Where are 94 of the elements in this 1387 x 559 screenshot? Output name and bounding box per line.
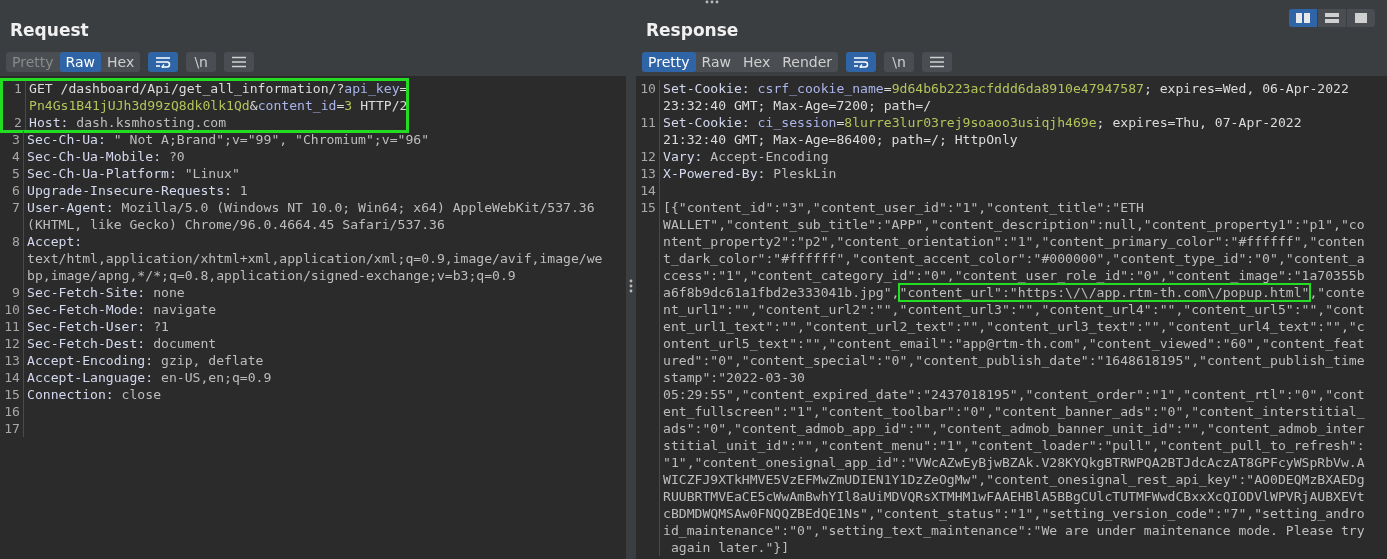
line-number: 1 (2, 80, 26, 114)
layout-button[interactable] (1318, 9, 1346, 27)
line-number: 15 (636, 199, 660, 556)
code-line: "1","content_onesignal_app_id":"VWcAZwEyBjwBZAk.V28KYQkgBTRWPQA2BTJdcAczAT8GPFcyWSpRbVw.A (663, 454, 1365, 471)
line-number: 5 (0, 165, 24, 182)
code-line: RUUBRTMVEaCE5cWwAmBwhYIl8aUiMDVQRsXTMHM1wFAAEHBlA5BBgCUlcTUTMFWwdCBxxXcQIODVlWPVRjAUBXEVt (663, 488, 1365, 505)
code-line: Connection: close (27, 386, 162, 403)
line-number: 8 (0, 233, 24, 284)
code-line: a6f8b9dc61a1fbd2e333041b.jpg","content_url":"https:\/\/app.rtm-th.com\/popup.html","conte (663, 284, 1365, 301)
line-number: 7 (0, 199, 24, 233)
code-line: Pn4Gs1B41jUJh3d99zQ8dk0lk1Qd&content_id=3 HTTP/2 (29, 97, 408, 114)
code-line: Sec-Ch-Ua: " Not A;Brand";v="99", "Chromium";v="96" (27, 131, 430, 148)
code-line: cBDMDWQMSAw0FNQQZBEdQE1Ns","content_status":"1","setting_version_code":"7","setting_andro (663, 505, 1365, 522)
line-number: 12 (0, 335, 24, 352)
code-line: stamp":"2022-03-30 (663, 369, 806, 386)
wrap-button[interactable] (148, 52, 179, 72)
columns-icon (1296, 13, 1310, 23)
code-line: t_dark_color":"#ffffff","content_accent_color":"#000000","content_type_id":"0","content_a (663, 250, 1365, 267)
code-line: ent_url1_text":"","content_url2_text":"","content_url3_text":"","content_url4_text":"","c (663, 318, 1365, 335)
panel-title: Response (646, 20, 739, 40)
menu-button[interactable] (224, 52, 255, 72)
code-line: ent_fullscreen":"1","content_toolbar":"0","content_banner_ads":"0","content_interstitial_ (663, 403, 1365, 420)
square-icon (1355, 13, 1367, 23)
line-number: 4 (0, 148, 24, 165)
code-line: ured":"0","content_special":"0","content_publish_date":"1648618195","content_publish_time (663, 352, 1365, 369)
line-number: 12 (636, 148, 660, 165)
code-line: User-Agent: Mozilla/5.0 (Windows NT 10.0; Win64; x64) AppleWebKit/537.36 (27, 199, 595, 216)
line-number: 11 (636, 114, 660, 148)
code-line: X-Powered-By: PleskLin (663, 165, 837, 182)
code-line: Sec-Ch-Ua-Mobile: ?0 (27, 148, 185, 165)
line-number: 16 (0, 403, 24, 420)
code-line: nt_url1":"","content_url2":"","content_url3":"","content_url4":"","content_url5":"","cont (663, 301, 1365, 318)
code-line: ontent_url5_text":"","content_email":"app@rtm-th.com","content_viewed":"60","content_feat (663, 335, 1365, 352)
code-line: bp,image/apng,*/*;q=0.8,application/signed-exchange;v=b3;q=0.9 (27, 267, 517, 284)
view-tab[interactable]: Hex (737, 52, 777, 72)
view-tab[interactable]: Hex (101, 52, 141, 72)
menu-button[interactable] (922, 52, 952, 72)
newline-button[interactable]: \n (186, 52, 217, 72)
rows-icon (1325, 13, 1339, 23)
code-line: 21:32:40 GMT; Max-Age=86400; path=/; HttpOnly (663, 131, 1019, 148)
layout-button[interactable] (1289, 9, 1317, 27)
code-line: Accept: (27, 233, 84, 250)
drag-handle-icon[interactable] (704, 0, 719, 4)
line-number: 13 (0, 352, 24, 369)
code-line: Host: dash.ksmhosting.com (29, 114, 227, 131)
wrap-button[interactable] (846, 52, 876, 72)
view-tab[interactable]: Raw (695, 52, 737, 72)
code-line: text/html,application/xhtml+xml,application/xml;q=0.9,image/avif,image/we (27, 250, 603, 267)
menu-icon (930, 56, 944, 68)
code-line: (KHTML, like Gecko) Chrome/96.0.4664.45 Safari/537.36 (27, 216, 446, 233)
code-line: Sec-Ch-Ua-Platform: "Linux" (27, 165, 240, 182)
view-tab[interactable]: Raw (59, 52, 101, 72)
line-number: 2 (2, 114, 26, 131)
panel-title: Request (10, 20, 89, 40)
view-tab[interactable]: Pretty (642, 52, 696, 72)
code-line: stitial_unit_id":"","content_menu":"1","content_loader":"pull","content_pull_to_refresh": (663, 437, 1365, 454)
line-number: 14 (0, 369, 24, 386)
code-line: ntent_property2":"p2","content_orientation":"1","content_primary_color":"#ffffff","conten (663, 233, 1365, 250)
code-line: ccess":"1","content_category_id":"0","content_user_role_id":"0","content_image":"1a70355b (663, 267, 1365, 284)
menu-icon (232, 56, 247, 68)
line-number: 6 (0, 182, 24, 199)
line-number: 9 (0, 284, 24, 301)
code-line: Sec-Fetch-Site: none (27, 284, 185, 301)
code-line: WICZFJ9XTkHMVE5VzEFMwZmUDIEN1Y1DzZeOgMw","content_onesignal_rest_api_key":"AO0DEQMzBXAEDg (663, 471, 1365, 488)
code-line: 23:32:40 GMT; Max-Age=7200; path=/ (663, 97, 933, 114)
line-number: 10 (636, 80, 660, 114)
code-line: Accept-Encoding: gzip, deflate (27, 352, 264, 369)
code-line: Vary: Accept-Encoding (663, 148, 829, 165)
line-number: 15 (0, 386, 24, 403)
line-number: 17 (0, 420, 24, 437)
code-line: ads":"0","content_admob_app_id":"","content_admob_banner_unit_id":"","content_admob_inter (663, 420, 1365, 437)
layout-button[interactable] (1347, 9, 1375, 27)
code-line: Sec-Fetch-Dest: document (27, 335, 217, 352)
line-number: 11 (0, 318, 24, 335)
code-line: Upgrade-Insecure-Requests: 1 (27, 182, 248, 199)
code-line: WALLET","content_sub_title":"APP","content_description":null,"content_property1":"p1","co (663, 216, 1365, 233)
code-line: Accept-Language: en-US,en;q=0.9 (27, 369, 272, 386)
wrap-icon (853, 56, 869, 68)
line-number: 3 (0, 131, 24, 148)
line-number: 14 (636, 182, 660, 199)
code-line: again later."}] (669, 539, 791, 556)
code-line: [{"content_id":"3","content_user_id":"1","content_title":"ETH (663, 199, 1145, 216)
line-number: 13 (636, 165, 660, 182)
code-line: Sec-Fetch-Mode: navigate (27, 301, 217, 318)
code-line: Set-Cookie: ci_session=8lurre3lur03rej9soaoo3usiqjh469e; expires=Thu, 07-Apr-2022 (663, 114, 1302, 131)
drag-handle-icon[interactable] (629, 278, 633, 293)
code-line: 05:29:55","content_expired_date":"2437018195","content_order":"1","content_rtl":"0","cont (663, 386, 1365, 403)
code-line: id_maintenance":"0","setting_text_maintenance":"We are under maintenance mode. Please try (663, 522, 1365, 539)
code-line: Sec-Fetch-User: ?1 (27, 318, 169, 335)
wrap-icon (155, 56, 172, 68)
line-number: 10 (0, 301, 24, 318)
view-tab[interactable]: Render (776, 52, 838, 72)
newline-button[interactable]: \n (884, 52, 914, 72)
code-line: Set-Cookie: csrf_cookie_name=9d64b6b223acfddd6da8910e47947587; expires=Wed, 06-Apr-2022 (663, 80, 1349, 97)
